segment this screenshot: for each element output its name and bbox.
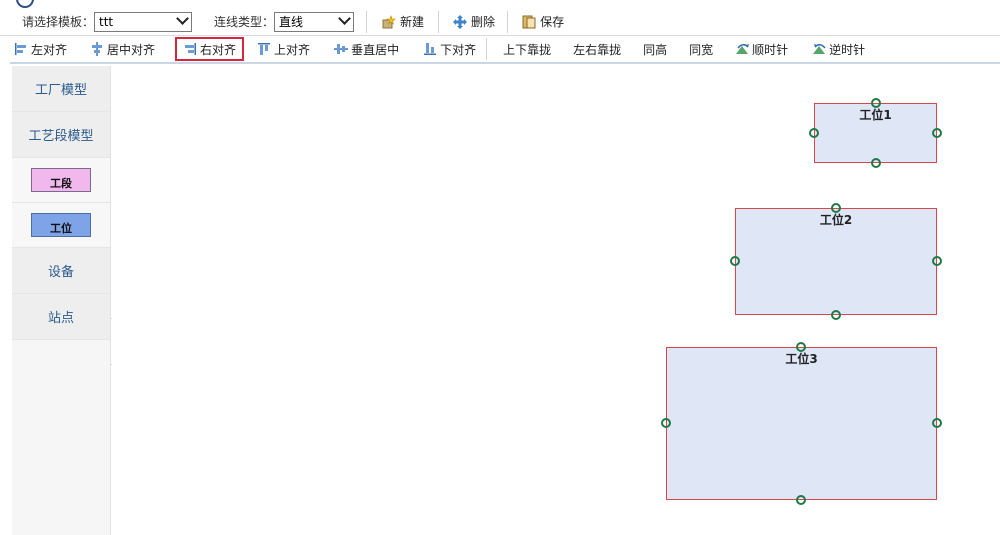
chevron-down-icon <box>338 11 351 25</box>
template-select-value: ttt <box>99 14 114 29</box>
sidebar-item-section-shape[interactable]: 工段 <box>12 158 110 203</box>
connector-anchor-right[interactable] <box>932 256 942 266</box>
rotate-cw-button[interactable]: 顺时针 <box>733 37 790 61</box>
align-left-icon <box>14 42 28 56</box>
dock-vertical-label: 上下靠拢 <box>503 42 552 57</box>
design-canvas[interactable]: 工位1 工位2 工位3 <box>112 66 1000 535</box>
align-right-label: 右对齐 <box>200 42 237 57</box>
same-width-button[interactable]: 同宽 <box>687 37 715 61</box>
rotate-ccw-label: 逆时针 <box>829 42 866 57</box>
align-center-label: 居中对齐 <box>107 42 156 57</box>
align-left-button[interactable]: 左对齐 <box>12 37 69 61</box>
rotate-cw-label: 顺时针 <box>752 42 789 57</box>
toolbar-divider <box>366 10 368 33</box>
sidebar-item-label: 工厂模型 <box>34 83 87 98</box>
connector-anchor-left[interactable] <box>661 418 671 428</box>
station-shape[interactable]: 工位 <box>31 213 91 237</box>
delete-button[interactable]: 删除 <box>453 13 495 30</box>
station-node-label: 工位3 <box>785 352 818 366</box>
align-bottom-label: 下对齐 <box>440 42 477 57</box>
section-shape[interactable]: 工段 <box>31 168 91 192</box>
align-vcenter-button[interactable]: 垂直居中 <box>332 37 401 61</box>
align-left-label: 左对齐 <box>31 42 68 57</box>
section-shape-label: 工段 <box>50 177 72 190</box>
sidebar-item-equipment[interactable]: 设备 <box>12 248 110 294</box>
new-button-label: 新建 <box>400 15 425 29</box>
sidebar-item-process-model[interactable]: 工艺段模型 <box>12 112 110 158</box>
save-button-label: 保存 <box>540 15 565 29</box>
rotate-ccw-button[interactable]: 逆时针 <box>810 37 867 61</box>
line-type-select[interactable]: 直线 <box>274 11 355 32</box>
line-type-label: 连线类型： <box>214 15 275 29</box>
connector-anchor-left[interactable] <box>809 128 819 138</box>
sidebar-item-label: 站点 <box>47 311 74 326</box>
dock-horizontal-button[interactable]: 左右靠拢 <box>571 37 623 61</box>
app-logo-icon <box>16 0 34 8</box>
align-top-button[interactable]: 上对齐 <box>255 37 312 61</box>
connector-anchor-top[interactable] <box>831 203 841 213</box>
sidebar-item-station-shape[interactable]: 工位 <box>12 203 110 248</box>
align-vcenter-label: 垂直居中 <box>351 42 400 57</box>
connector-anchor-bottom[interactable] <box>871 158 881 168</box>
connector-anchor-right[interactable] <box>932 418 942 428</box>
toolbar-divider <box>507 10 509 33</box>
align-vcenter-icon <box>334 42 349 56</box>
station-shape-label: 工位 <box>50 222 72 235</box>
rotate-cw-icon <box>735 42 750 56</box>
dock-vertical-button[interactable]: 上下靠拢 <box>501 37 553 61</box>
station-node-3[interactable]: 工位3 <box>661 342 942 505</box>
dock-horizontal-label: 左右靠拢 <box>573 42 622 57</box>
connector-anchor-top[interactable] <box>796 342 806 352</box>
align-center-icon <box>90 42 104 56</box>
align-right-button[interactable]: 右对齐 <box>175 37 245 61</box>
station-node-2[interactable]: 工位2 <box>730 203 942 320</box>
toolbar-divider <box>438 10 440 33</box>
connector-anchor-right[interactable] <box>932 128 942 138</box>
model-sidebar: 工厂模型 工艺段模型 工段 工位 设备 站点 <box>12 66 111 535</box>
station-node-label: 工位1 <box>859 108 892 122</box>
new-icon <box>382 14 396 29</box>
align-center-button[interactable]: 居中对齐 <box>88 37 157 61</box>
connector-anchor-bottom[interactable] <box>796 495 806 505</box>
line-type-select-value: 直线 <box>279 14 304 29</box>
align-top-icon <box>257 42 271 56</box>
same-height-button[interactable]: 同高 <box>641 37 669 61</box>
connector-anchor-bottom[interactable] <box>831 310 841 320</box>
align-right-icon <box>183 42 197 56</box>
template-select[interactable]: ttt <box>94 11 193 32</box>
sidebar-item-factory-model[interactable]: 工厂模型 <box>12 66 110 112</box>
template-label: 请选择模板： <box>22 15 95 29</box>
align-bottom-button[interactable]: 下对齐 <box>421 37 478 61</box>
rotate-ccw-icon <box>812 42 826 56</box>
same-height-label: 同高 <box>643 42 668 57</box>
align-bottom-icon <box>423 42 437 56</box>
delete-icon <box>453 14 468 29</box>
save-icon <box>522 15 536 29</box>
connector-anchor-top[interactable] <box>871 98 881 108</box>
sidebar-item-label: 工艺段模型 <box>28 129 94 144</box>
main-toolbar: 请选择模板： ttt 连线类型： 直线 新建 删除 保存 <box>0 8 1000 36</box>
new-button[interactable]: 新建 <box>382 13 424 30</box>
layout-toolbar: 左对齐 居中对齐 右对齐 上对齐 垂直居中 下对齐 上下靠拢 左右靠拢 同高 同… <box>10 36 1000 64</box>
save-button[interactable]: 保存 <box>522 13 564 30</box>
connector-anchor-left[interactable] <box>730 256 740 266</box>
delete-button-label: 删除 <box>471 15 496 29</box>
align-top-label: 上对齐 <box>274 42 311 57</box>
sidebar-item-label: 设备 <box>47 265 74 280</box>
chevron-down-icon <box>176 11 189 25</box>
app-title-bar <box>0 0 1000 8</box>
same-width-label: 同宽 <box>689 42 714 57</box>
station-node-1[interactable]: 工位1 <box>809 98 942 168</box>
toolbar-divider <box>486 38 488 60</box>
station-node-label: 工位2 <box>819 213 853 227</box>
sidebar-item-site[interactable]: 站点 <box>12 294 110 340</box>
